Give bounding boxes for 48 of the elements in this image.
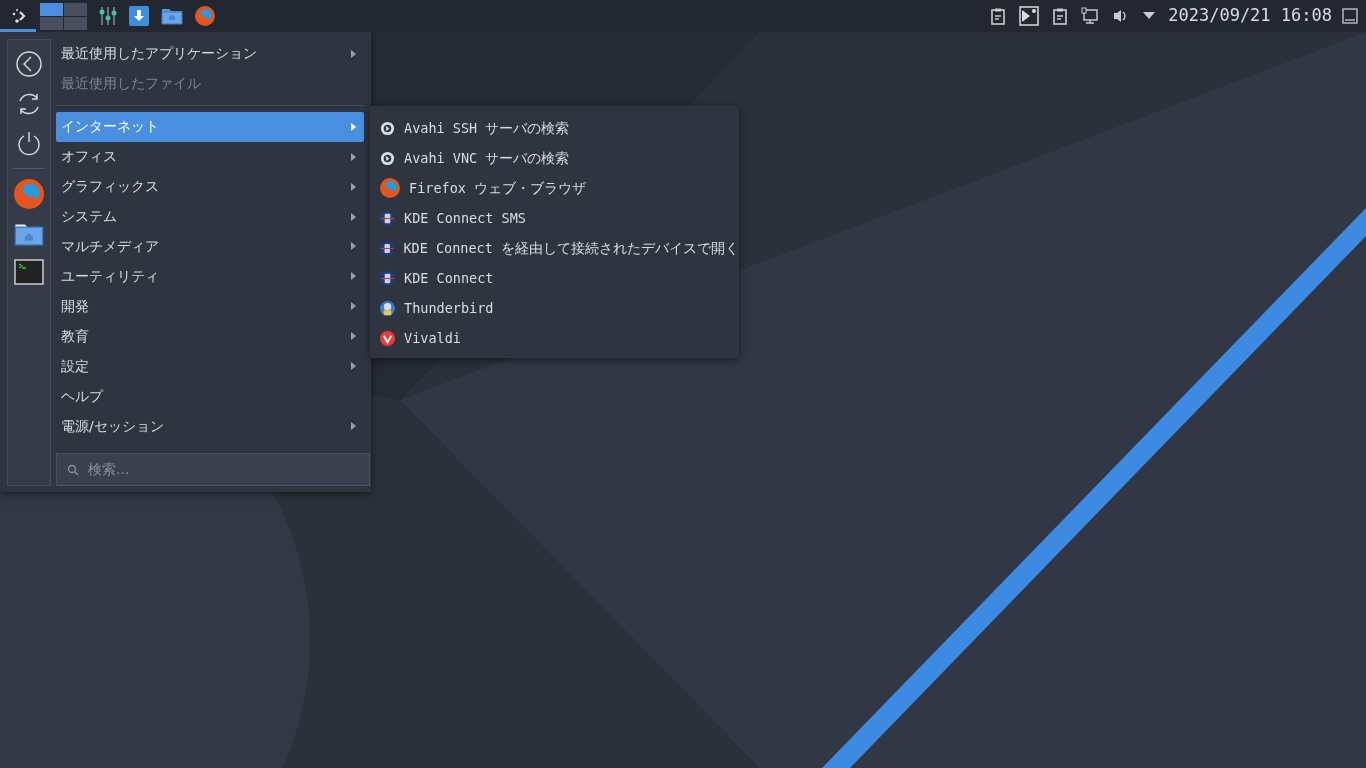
menu-item[interactable]: 設定	[56, 351, 364, 382]
menu-item[interactable]: ユーティリティ	[56, 261, 364, 292]
phone-icon	[380, 240, 395, 256]
download-icon[interactable]	[129, 6, 149, 26]
caret-icon[interactable]	[1143, 12, 1156, 20]
mixer-icon[interactable]	[99, 5, 117, 27]
menu-item[interactable]: Firefox ウェブ・ブラウザ	[370, 173, 739, 203]
menu-item[interactable]: KDE Connect	[370, 263, 739, 293]
phone-icon	[380, 270, 395, 286]
search-icon	[67, 464, 79, 476]
desktop-thumbnail[interactable]	[64, 16, 87, 30]
clock-text[interactable]: 2023/09/21 16:08	[1168, 3, 1332, 29]
back-icon[interactable]	[15, 50, 43, 78]
menu-item[interactable]: マルチメディア	[56, 231, 364, 262]
menu-item[interactable]: 開発	[56, 291, 364, 322]
menu-item[interactable]: Avahi VNC サーバの検索	[370, 143, 739, 173]
clipboard-icon[interactable]	[991, 7, 1006, 25]
network-icon[interactable]	[1081, 7, 1100, 25]
desktop-pager[interactable]	[40, 2, 87, 30]
menu-item[interactable]: KDE Connect を経由して接続されたデバイスで開く	[370, 233, 739, 263]
menu-item[interactable]: システム	[56, 201, 364, 232]
menu-item: 最近使用したファイル	[60, 74, 202, 94]
v-logo-icon	[380, 330, 395, 346]
menu-item[interactable]: KDE Connect SMS	[370, 203, 739, 233]
folder-icon[interactable]	[161, 7, 183, 25]
menu-item[interactable]: Avahi SSH サーバの検索	[370, 113, 739, 143]
firefox-icon[interactable]	[14, 179, 44, 209]
menu-item[interactable]: 教育	[56, 321, 364, 352]
menu-item[interactable]: 電源/セッション	[56, 411, 364, 441]
menu-item[interactable]: Vivaldi	[370, 323, 739, 353]
desktop-thumbnail[interactable]	[40, 16, 63, 30]
desktop-thumbnail[interactable]	[40, 2, 63, 16]
firefox-icon[interactable]	[195, 6, 215, 26]
firefox-icon	[380, 178, 400, 198]
menu-item[interactable]: オフィス	[56, 141, 364, 172]
terminal-icon[interactable]	[14, 259, 44, 285]
desktop-thumbnail[interactable]	[64, 2, 87, 16]
notes-icon[interactable]	[1053, 7, 1068, 25]
phone-icon	[380, 210, 395, 226]
menu-item[interactable]: Thunderbird	[370, 293, 739, 323]
menu-item[interactable]: 最近使用したアプリケーション	[56, 39, 364, 69]
menu-item[interactable]: ヘルプ	[56, 381, 364, 412]
menu-item[interactable]: グラフィックス	[56, 171, 364, 202]
home-folder-icon[interactable]	[14, 221, 44, 247]
power-icon[interactable]	[15, 130, 43, 158]
bird-icon	[380, 300, 395, 316]
show-desktop-icon[interactable]	[1342, 8, 1358, 24]
search-field[interactable]: 検索...	[56, 453, 370, 486]
